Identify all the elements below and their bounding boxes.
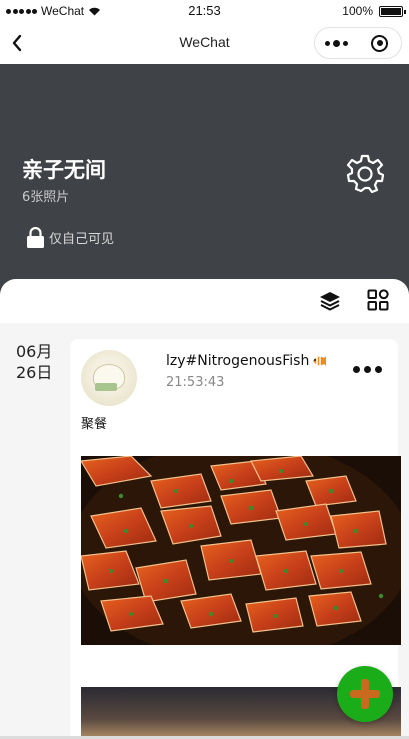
settings-button[interactable] <box>345 153 385 193</box>
author-name: lzy#NitrogenousFish <box>166 353 310 369</box>
post-caption: 聚餐 <box>81 417 108 432</box>
battery-icon <box>379 5 406 17</box>
mini-program-capsule <box>314 27 402 59</box>
nav-bar: WeChat <box>0 22 409 64</box>
status-bar: WeChat 21:53 100% <box>0 0 409 22</box>
tofu-photo-illustration <box>81 456 401 645</box>
photo-count: 6张照片 <box>22 190 70 205</box>
post-photo-tofu[interactable] <box>81 456 401 645</box>
privacy-label: 仅自己可见 <box>49 232 115 247</box>
lock-icon <box>27 227 44 248</box>
fish-emoji-icon <box>313 356 327 366</box>
post-date: 06月 26日 <box>16 341 52 383</box>
grid-view-button[interactable] <box>367 289 389 311</box>
status-right: 100% <box>342 4 406 18</box>
date-day: 26日 <box>16 363 53 382</box>
capsule-close-button[interactable] <box>358 28 401 58</box>
album-header: 亲子无间 6张照片 仅自己可见 <box>0 64 409 294</box>
target-icon <box>371 34 388 52</box>
battery-percent: 100% <box>342 4 373 18</box>
post-time: 21:53:43 <box>166 375 225 390</box>
view-toolbar <box>0 279 409 323</box>
album-title: 亲子无间 <box>22 158 106 182</box>
post-author: lzy#NitrogenousFish <box>166 353 327 369</box>
capsule-more-button[interactable] <box>315 28 358 58</box>
date-month: 06月 <box>16 342 53 361</box>
avatar-tag-shape <box>95 383 117 391</box>
add-photo-fab[interactable] <box>337 666 393 722</box>
avatar[interactable] <box>81 350 137 406</box>
privacy-indicator: 仅自己可见 <box>26 227 114 248</box>
layers-button[interactable] <box>318 289 342 313</box>
post-more-button[interactable] <box>350 361 384 377</box>
